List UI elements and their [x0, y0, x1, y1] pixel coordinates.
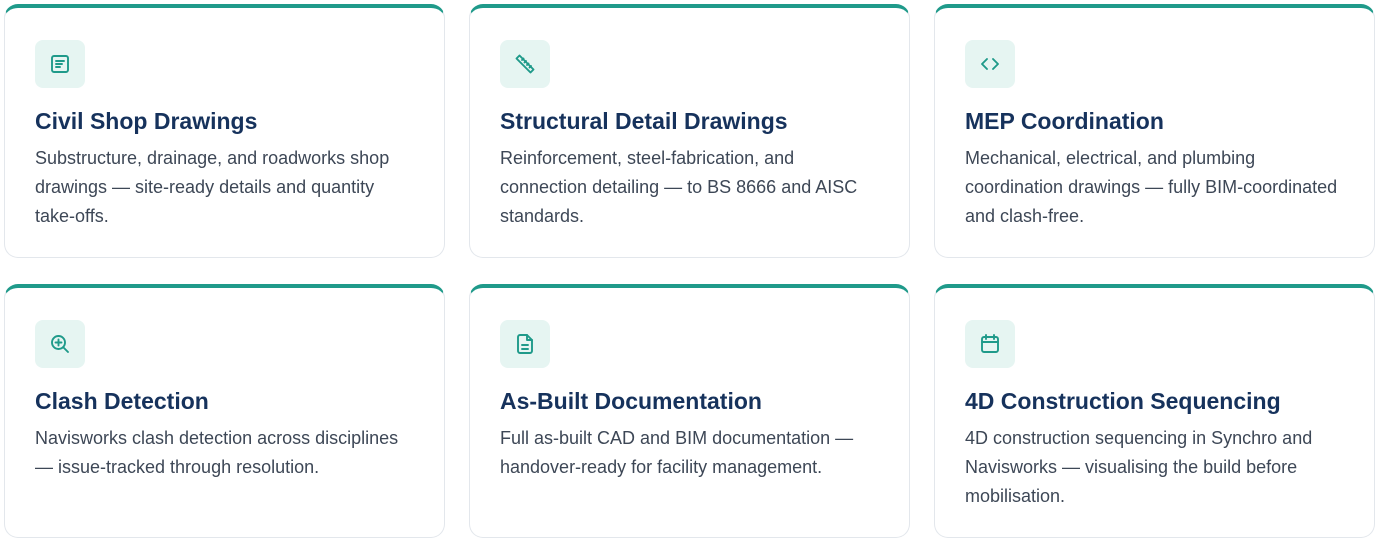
zoom-in-icon — [35, 320, 85, 368]
service-card-4d-construction-sequencing: 4D Construction Sequencing 4D constructi… — [934, 284, 1375, 538]
code-brackets-icon — [965, 40, 1015, 88]
document-text-icon — [35, 40, 85, 88]
card-description: Substructure, drainage, and roadworks sh… — [35, 148, 390, 226]
service-card-as-built-documentation: As-Built Documentation Full as-built CAD… — [469, 284, 910, 538]
calendar-icon — [965, 320, 1015, 368]
card-description: 4D construction sequencing in Synchro an… — [965, 428, 1313, 506]
service-card-mep-coordination: MEP Coordination Mechanical, electrical,… — [934, 4, 1375, 258]
file-text-icon — [500, 320, 550, 368]
card-title: Structural Detail Drawings — [500, 108, 788, 134]
card-title: 4D Construction Sequencing — [965, 388, 1281, 414]
service-card-structural-detail-drawings: Structural Detail Drawings Reinforcement… — [469, 4, 910, 258]
card-title: Clash Detection — [35, 388, 209, 414]
service-card-clash-detection: Clash Detection Navisworks clash detecti… — [4, 284, 445, 538]
card-title: As-Built Documentation — [500, 388, 762, 414]
service-card-civil-shop-drawings: Civil Shop Drawings Substructure, draina… — [4, 4, 445, 258]
services-grid: Civil Shop Drawings Substructure, draina… — [4, 4, 1376, 538]
card-description: Full as-built CAD and BIM documentation … — [500, 428, 854, 477]
ruler-icon — [500, 40, 550, 88]
card-description: Reinforcement, steel-fabrication, and co… — [500, 148, 858, 226]
card-description: Navisworks clash detection across discip… — [35, 428, 399, 477]
card-title: MEP Coordination — [965, 108, 1164, 134]
card-description: Mechanical, electrical, and plumbing coo… — [965, 148, 1338, 226]
card-title: Civil Shop Drawings — [35, 108, 258, 134]
